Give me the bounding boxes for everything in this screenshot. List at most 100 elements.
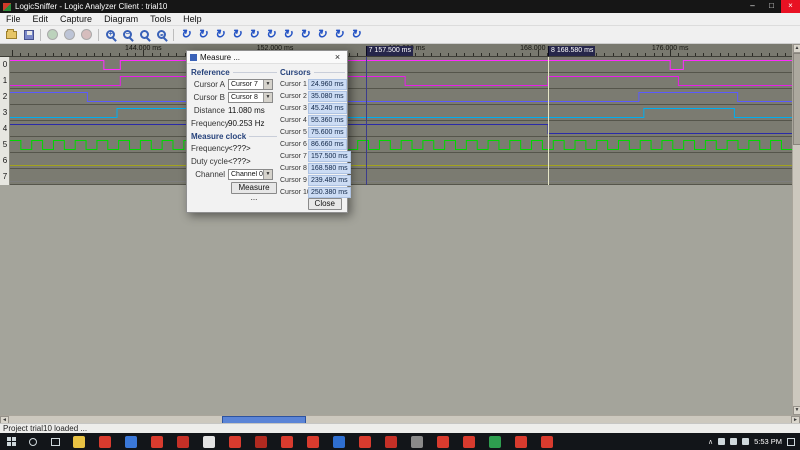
menu-tools[interactable]: Tools bbox=[144, 13, 177, 26]
open-project-button[interactable] bbox=[3, 27, 20, 42]
goto-cursor-7-button[interactable] bbox=[296, 27, 313, 42]
start-button[interactable] bbox=[0, 433, 22, 450]
taskbar-app-1[interactable] bbox=[99, 436, 111, 448]
toolbar-separator bbox=[40, 29, 41, 41]
menu-help[interactable]: Help bbox=[177, 13, 208, 26]
task-view-button[interactable] bbox=[44, 433, 66, 450]
taskbar-app-8[interactable] bbox=[281, 436, 293, 448]
zoom-out-button[interactable] bbox=[119, 27, 136, 42]
cursor-1-value[interactable]: 24.960 ms bbox=[308, 79, 347, 90]
goto-cursor-1-button[interactable] bbox=[194, 27, 211, 42]
dialog-close-button[interactable]: Close bbox=[308, 198, 342, 210]
taskbar-app-7[interactable] bbox=[255, 436, 267, 448]
waveform-canvas[interactable] bbox=[10, 57, 792, 185]
vertical-scroll-thumb[interactable] bbox=[793, 53, 800, 145]
goto-cursor-3-button[interactable] bbox=[228, 27, 245, 42]
menu-edit[interactable]: Edit bbox=[27, 13, 55, 26]
taskbar-app-3[interactable] bbox=[151, 436, 163, 448]
goto-cursor-6-button[interactable] bbox=[279, 27, 296, 42]
cursor-flag-7[interactable]: 7 157.500 ms bbox=[366, 46, 413, 56]
goto-cursor-5-button[interactable] bbox=[262, 27, 279, 42]
cursor-6-value[interactable]: 86.660 ms bbox=[308, 139, 347, 150]
cursor-line-8[interactable] bbox=[548, 57, 549, 185]
measure-button[interactable]: Measure ... bbox=[231, 182, 277, 194]
taskbar-file-explorer[interactable] bbox=[73, 436, 85, 448]
channel-label-2[interactable]: 2 bbox=[0, 89, 10, 105]
cursor-line-7[interactable] bbox=[366, 57, 367, 185]
taskbar-app-13[interactable] bbox=[411, 436, 423, 448]
dropdown-arrow-icon[interactable] bbox=[263, 93, 272, 102]
search-button[interactable] bbox=[22, 433, 44, 450]
channel-label-6[interactable]: 6 bbox=[0, 153, 10, 169]
taskbar-app-17[interactable] bbox=[515, 436, 527, 448]
cursor-10-value[interactable]: 250.380 ms bbox=[308, 187, 351, 198]
close-button[interactable]: × bbox=[781, 0, 800, 13]
scroll-up-icon[interactable]: ▲ bbox=[793, 44, 800, 53]
goto-cursor-8-button[interactable] bbox=[313, 27, 330, 42]
channel-label-3[interactable]: 3 bbox=[0, 105, 10, 121]
channel-label-7[interactable]: 7 bbox=[0, 169, 10, 185]
taskbar-app-16[interactable] bbox=[489, 436, 501, 448]
taskbar-app-12[interactable] bbox=[385, 436, 397, 448]
minimize-button[interactable]: – bbox=[743, 0, 762, 13]
taskbar-app-4[interactable] bbox=[177, 436, 189, 448]
taskbar-app-14[interactable] bbox=[437, 436, 449, 448]
tray-icon-1[interactable] bbox=[718, 438, 725, 445]
taskbar-app-9[interactable] bbox=[307, 436, 319, 448]
cursor-a-select[interactable]: Cursor 7 bbox=[228, 79, 273, 90]
distance-label: Distance bbox=[191, 106, 228, 115]
channel-label-0[interactable]: 0 bbox=[0, 57, 10, 73]
clock[interactable]: 5:53 PM bbox=[754, 437, 782, 446]
zoom-in-button[interactable] bbox=[102, 27, 119, 42]
taskbar-app-2[interactable] bbox=[125, 436, 137, 448]
menu-capture[interactable]: Capture bbox=[54, 13, 98, 26]
channel-label-5[interactable]: 5 bbox=[0, 137, 10, 153]
cursor-flag-8[interactable]: 8 168.580 ms bbox=[548, 46, 595, 56]
menu-file[interactable]: File bbox=[0, 13, 27, 26]
taskbar-app-18[interactable] bbox=[541, 436, 553, 448]
vertical-scrollbar[interactable]: ▲ ▼ bbox=[792, 44, 800, 415]
maximize-button[interactable]: □ bbox=[762, 0, 781, 13]
dropdown-arrow-icon[interactable] bbox=[263, 170, 272, 179]
dropdown-arrow-icon[interactable] bbox=[263, 80, 272, 89]
channel-label-1[interactable]: 1 bbox=[0, 73, 10, 89]
scroll-down-icon[interactable]: ▼ bbox=[793, 406, 800, 415]
taskbar-app-10[interactable] bbox=[333, 436, 345, 448]
channel-label-4[interactable]: 4 bbox=[0, 121, 10, 137]
menu-diagram[interactable]: Diagram bbox=[98, 13, 144, 26]
taskbar-app-6[interactable] bbox=[229, 436, 241, 448]
cursor-7-value[interactable]: 157.500 ms bbox=[308, 151, 351, 162]
cursor-4-value[interactable]: 55.360 ms bbox=[308, 115, 347, 126]
goto-cursor-10-button[interactable] bbox=[347, 27, 364, 42]
cursor-9-value[interactable]: 239.480 ms bbox=[308, 175, 351, 186]
cursor-3-value[interactable]: 45.240 ms bbox=[308, 103, 347, 114]
save-project-button[interactable] bbox=[20, 27, 37, 42]
dialog-close-x-button[interactable]: × bbox=[330, 51, 345, 64]
cursor-8-value[interactable]: 168.580 ms bbox=[308, 163, 351, 174]
begin-capture-button[interactable] bbox=[44, 27, 61, 42]
cancel-capture-button[interactable] bbox=[78, 27, 95, 42]
horizontal-scrollbar[interactable]: ◄ ► bbox=[0, 415, 800, 423]
titlebar[interactable]: LogicSniffer - Logic Analyzer Client : t… bbox=[0, 0, 800, 13]
cursor-b-select[interactable]: Cursor 8 bbox=[228, 92, 273, 103]
cursor-5-value[interactable]: 75.600 ms bbox=[308, 127, 347, 138]
goto-cursor-9-button[interactable] bbox=[330, 27, 347, 42]
tray-icon-2[interactable] bbox=[730, 438, 737, 445]
cursor-2-value[interactable]: 35.080 ms bbox=[308, 91, 347, 102]
taskbar-app-15[interactable] bbox=[463, 436, 475, 448]
tray-expand-icon[interactable]: ∧ bbox=[708, 438, 713, 446]
taskbar-app-5[interactable] bbox=[203, 436, 215, 448]
zoom-original-button[interactable] bbox=[136, 27, 153, 42]
measure-dialog-titlebar[interactable]: Measure ... × bbox=[187, 51, 347, 64]
goto-trigger-button[interactable] bbox=[177, 27, 194, 42]
tray-icon-3[interactable] bbox=[742, 438, 749, 445]
goto-cursor-2-button[interactable] bbox=[211, 27, 228, 42]
zoom-fit-button[interactable] bbox=[153, 27, 170, 42]
repeat-capture-button[interactable] bbox=[61, 27, 78, 42]
notification-center-icon[interactable] bbox=[787, 438, 795, 446]
channel-select[interactable]: Channel 0 bbox=[228, 169, 273, 180]
taskbar-app-11[interactable] bbox=[359, 436, 371, 448]
timeline-ruler[interactable]: 144.000 ms152.000 ms160.000 ms168.000 ms… bbox=[0, 44, 792, 57]
goto-cursor-4-button[interactable] bbox=[245, 27, 262, 42]
waveform-area[interactable]: 01234567 bbox=[0, 57, 792, 185]
